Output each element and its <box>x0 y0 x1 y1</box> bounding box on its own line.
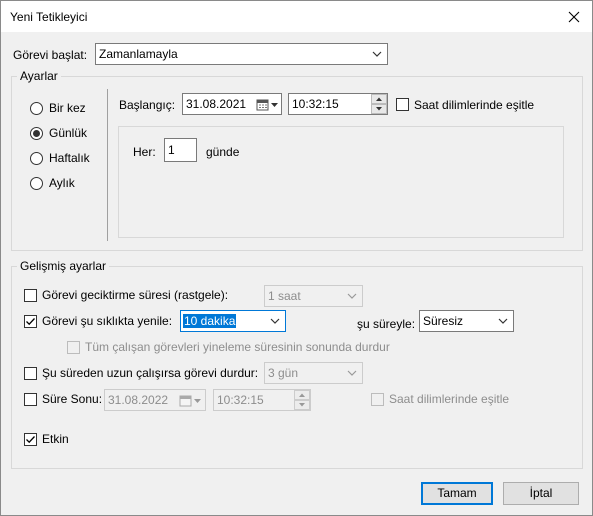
chevron-down-icon <box>372 51 382 57</box>
calendar-icon <box>256 99 278 111</box>
start-task-value: Zamanlamayla <box>99 47 178 61</box>
every-days-input[interactable]: 1 <box>164 138 197 162</box>
window-title: Yeni Tetikleyici <box>10 10 88 24</box>
chevron-down-icon <box>347 370 357 376</box>
radio-weekly-label: Haftalık <box>49 151 90 165</box>
calendar-icon <box>179 395 201 407</box>
delay-checkbox[interactable] <box>24 289 37 302</box>
sync-timezone-checkbox[interactable] <box>396 98 409 111</box>
expire-checkbox[interactable] <box>24 393 37 406</box>
expire-label: Süre Sonu: <box>42 392 103 406</box>
start-date-picker[interactable]: 31.08.2021 <box>182 93 282 115</box>
repeat-duration-combo[interactable]: Süresiz <box>419 310 514 332</box>
repeat-duration-label: şu süreyle: <box>357 317 416 331</box>
close-button[interactable] <box>557 4 591 30</box>
repeat-duration-value: Süresiz <box>423 314 464 328</box>
repeat-interval-value: 10 dakika <box>183 314 237 328</box>
stop-longer-checkbox[interactable] <box>24 367 37 380</box>
radio-daily[interactable] <box>30 127 43 140</box>
checkmark-icon <box>26 436 35 444</box>
expire-sync-timezone-checkbox[interactable] <box>371 393 384 406</box>
repeat-checkbox[interactable] <box>24 315 37 328</box>
cancel-button[interactable]: İptal <box>503 482 579 505</box>
dialog-window: Yeni Tetikleyici Görevi başlat: Zamanlam… <box>0 0 593 516</box>
start-label: Başlangıç: <box>119 98 176 112</box>
stop-longer-value: 3 gün <box>268 366 299 380</box>
expire-time-value: 10:32:15 <box>217 393 264 407</box>
every-label: Her: <box>133 145 156 159</box>
settings-legend: Ayarlar <box>17 69 61 83</box>
delay-value: 1 saat <box>268 289 301 303</box>
radio-daily-label: Günlük <box>49 126 88 140</box>
repeat-label: Görevi şu sıklıkta yenile: <box>42 314 173 328</box>
expire-sync-timezone-label: Saat dilimlerinde eşitle <box>389 392 510 406</box>
expire-date-value: 31.08.2022 <box>108 393 169 407</box>
checkmark-icon <box>26 318 35 326</box>
radio-monthly[interactable] <box>30 177 43 190</box>
spin-up-down-icon[interactable] <box>294 390 310 410</box>
stop-all-label: Tüm çalışan görevleri yineleme süresinin… <box>85 340 390 354</box>
enabled-checkbox[interactable] <box>24 433 37 446</box>
every-days-value: 1 <box>168 143 175 157</box>
ok-button[interactable]: Tamam <box>421 482 493 505</box>
delay-label: Görevi geciktirme süresi (rastgele): <box>42 288 229 302</box>
start-time-value: 10:32:15 <box>292 97 339 111</box>
advanced-legend: Gelişmiş ayarlar <box>17 259 110 273</box>
sync-timezone-label: Saat dilimlerinde eşitle <box>414 98 535 112</box>
start-task-label: Görevi başlat: <box>13 48 88 62</box>
stop-longer-label: Şu süreden uzun çalışırsa görevi durdur: <box>42 366 259 380</box>
start-task-combo[interactable]: Zamanlamayla <box>95 43 388 65</box>
expire-time-input[interactable]: 10:32:15 <box>213 389 311 411</box>
stop-longer-combo[interactable]: 3 gün <box>264 362 363 384</box>
close-icon <box>568 11 580 23</box>
radio-once[interactable] <box>30 102 43 115</box>
expire-date-picker[interactable]: 31.08.2022 <box>104 389 206 411</box>
radio-monthly-label: Aylık <box>49 176 75 190</box>
repeat-interval-combo[interactable]: 10 dakika <box>180 310 286 332</box>
chevron-down-icon <box>270 318 280 324</box>
stop-all-checkbox[interactable] <box>67 341 80 354</box>
radio-once-label: Bir kez <box>49 101 86 115</box>
vertical-divider <box>107 89 108 241</box>
radio-weekly[interactable] <box>30 152 43 165</box>
chevron-down-icon <box>347 293 357 299</box>
title-bar: Yeni Tetikleyici <box>1 1 592 32</box>
chevron-down-icon <box>498 318 508 324</box>
start-time-input[interactable]: 10:32:15 <box>288 93 388 115</box>
spin-up-down-icon[interactable] <box>371 94 387 114</box>
enabled-label: Etkin <box>42 432 69 446</box>
radio-selected-dot <box>33 130 40 137</box>
delay-combo[interactable]: 1 saat <box>264 285 363 307</box>
every-unit-label: günde <box>206 145 240 159</box>
start-date-value: 31.08.2021 <box>186 97 247 111</box>
